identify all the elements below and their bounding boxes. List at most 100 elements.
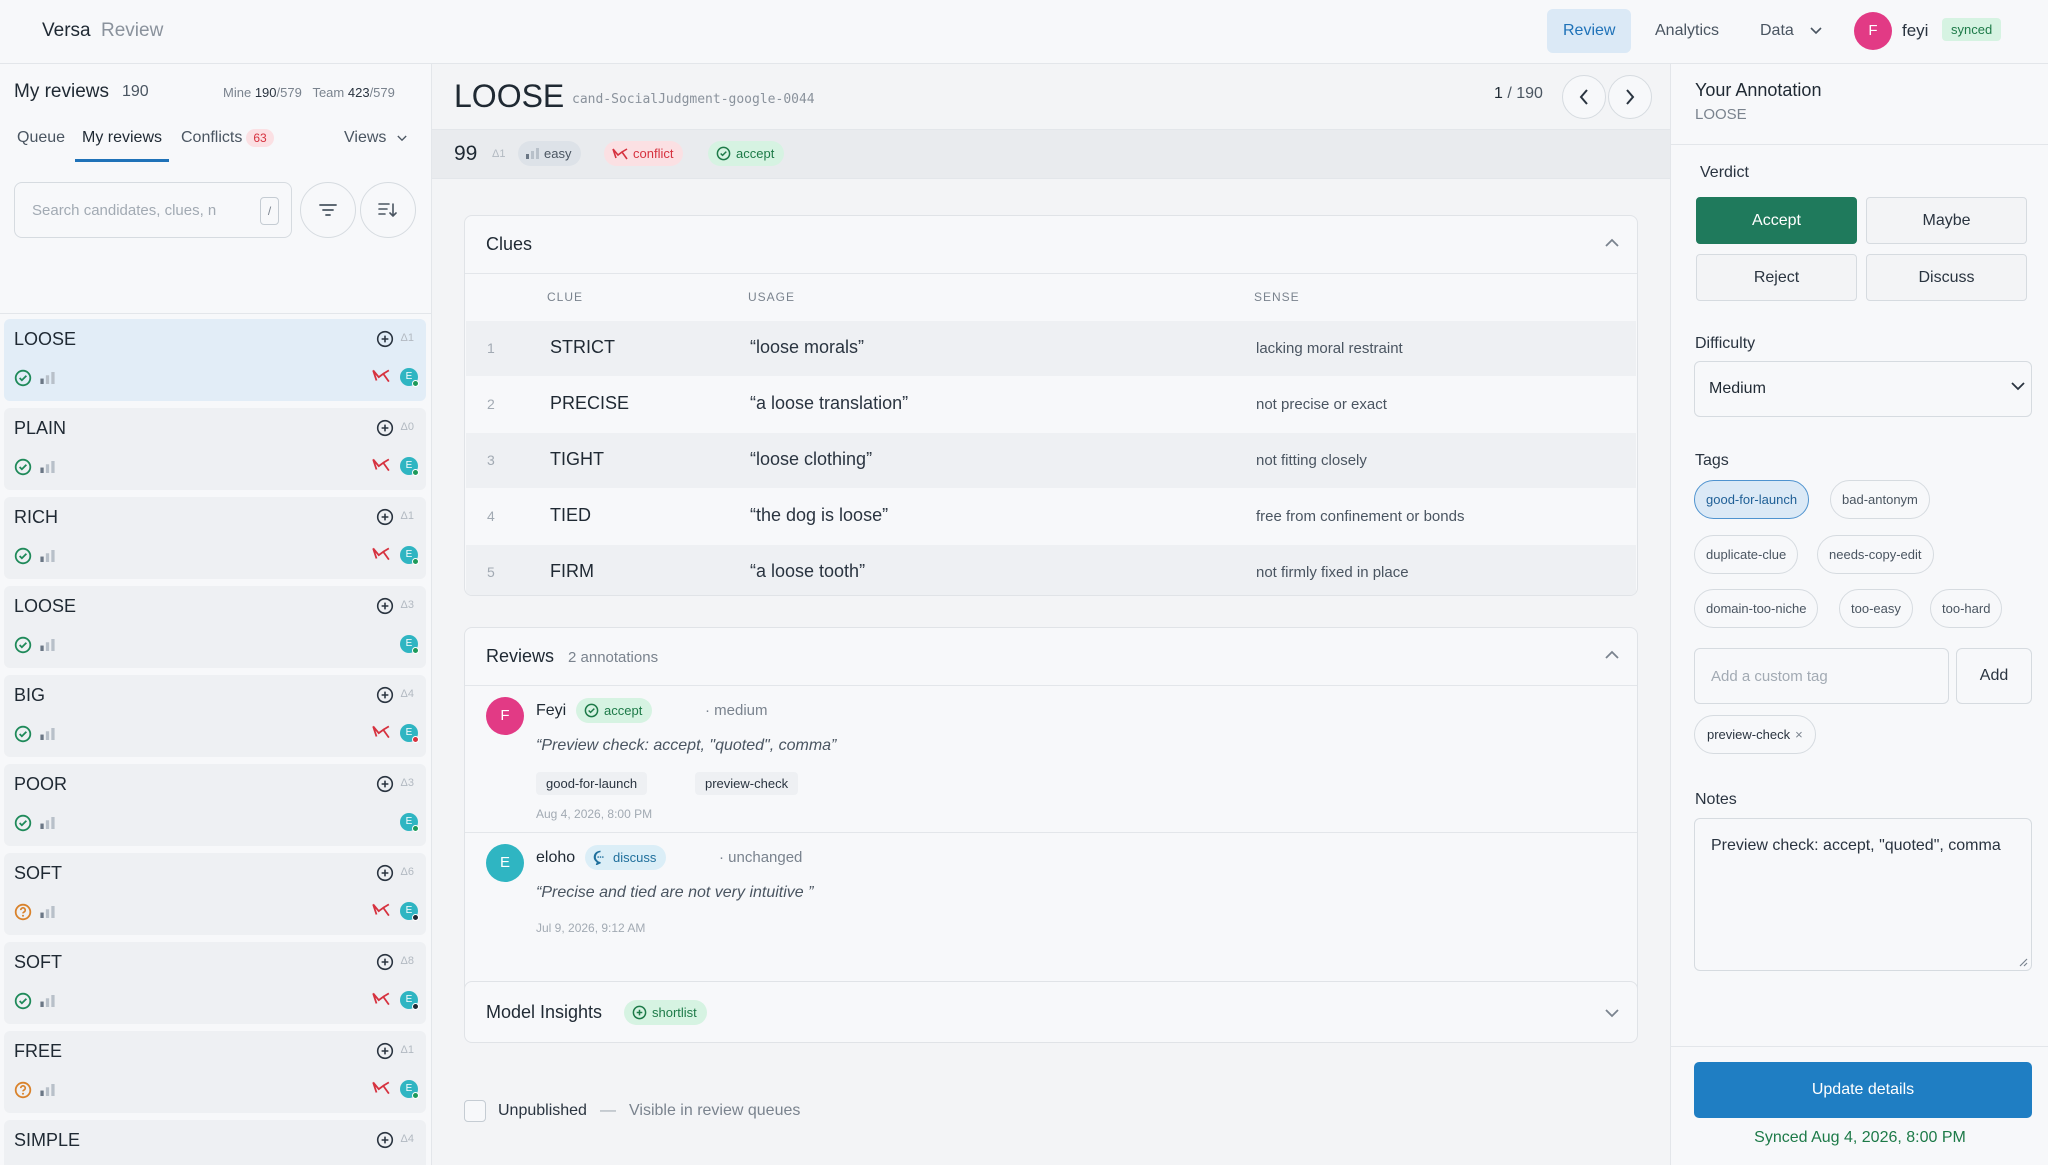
clues-header[interactable]: Clues [465, 216, 1637, 274]
clues-title: Clues [486, 234, 533, 254]
reviewer-avatar: E [400, 457, 419, 476]
verdict-discuss-button[interactable]: Discuss [1866, 254, 2027, 301]
plus-circle-icon[interactable] [376, 419, 394, 437]
publish-checkbox[interactable] [464, 1100, 486, 1122]
update-details-button[interactable]: Update details [1694, 1062, 2032, 1118]
status-dot [412, 825, 419, 832]
nav-data[interactable]: Data [1744, 9, 1838, 53]
candidate-list-item[interactable]: RICH Δ1 E [4, 497, 426, 579]
check-circle-icon [14, 814, 32, 832]
candidate-list-item[interactable]: LOOSE Δ3 E [4, 586, 426, 668]
views-dropdown[interactable]: Views [344, 129, 407, 159]
verdict-reject-button[interactable]: Reject [1696, 254, 1857, 301]
chevron-down-icon[interactable] [1605, 1009, 1619, 1018]
plus-circle-icon[interactable] [376, 953, 394, 971]
add-tag-button[interactable]: Add [1956, 648, 2032, 704]
tag-too-easy[interactable]: too-easy [1839, 589, 1913, 628]
plus-circle-icon[interactable] [376, 1042, 394, 1060]
prev-button[interactable] [1562, 75, 1606, 119]
check-circle-icon [14, 725, 32, 743]
next-button[interactable] [1608, 75, 1652, 119]
plus-circle-icon[interactable] [376, 775, 394, 793]
search-shortcut-hint: / [260, 197, 279, 225]
tab-conflicts[interactable]: Conflicts 63 [181, 129, 274, 159]
search-input[interactable]: Search candidates, clues, n / [14, 182, 292, 238]
chevron-down-icon [397, 135, 407, 142]
reviewer-avatar: E [400, 724, 419, 743]
tags-label: Tags [1695, 452, 1729, 469]
difficulty-select[interactable]: Medium [1694, 361, 2032, 417]
review-verdict-badge: accept [576, 698, 653, 723]
candidate-list-item[interactable]: POOR Δ3 E [4, 764, 426, 846]
notes-textarea[interactable]: Preview check: accept, "quoted", comma [1694, 818, 2032, 971]
annotation-title: Your Annotation [1695, 80, 1822, 100]
sort-button[interactable] [360, 182, 416, 238]
tag-good-for-launch[interactable]: good-for-launch [1694, 480, 1810, 519]
reviews-card: Reviews 2 annotations F Feyi accept · me… [464, 627, 1638, 1013]
remove-tag-icon[interactable]: × [1795, 727, 1803, 742]
candidate-list-item[interactable]: FREE Δ1 E [4, 1031, 426, 1113]
candidate-list-item[interactable]: SOFT Δ8 E [4, 942, 426, 1024]
candidate-delta: Δ1 [400, 1044, 414, 1056]
sidebar-title: My reviews [14, 81, 110, 102]
candidate-list-item[interactable]: SIMPLEΔ4E [4, 1120, 426, 1165]
difficulty-bars-icon [40, 1084, 55, 1096]
verdict-accept-button[interactable]: Accept [1696, 197, 1857, 244]
candidate-word: SOFT [14, 863, 62, 883]
plus-circle-icon[interactable] [376, 330, 394, 348]
verdict-maybe-button[interactable]: Maybe [1866, 197, 2027, 244]
status-dot [412, 1003, 419, 1010]
nav-review[interactable]: Review [1547, 9, 1632, 53]
plus-circle-icon [632, 1005, 647, 1020]
plus-circle-icon[interactable] [376, 1131, 394, 1149]
annotation-panel: Your Annotation LOOSE Verdict Accept May… [1670, 64, 2048, 1165]
status-dot [412, 558, 419, 565]
plus-circle-icon[interactable] [376, 864, 394, 882]
filter-button[interactable] [300, 182, 356, 238]
tab-queue[interactable]: Queue [17, 129, 65, 159]
candidate-list-item[interactable]: PLAIN Δ0 E [4, 408, 426, 490]
review-date: Jul 9, 2026, 9:12 AM [536, 921, 646, 935]
app-section: Review [101, 20, 164, 41]
review-stats: Mine 190/579 Team 423/579 [223, 85, 395, 100]
nav-analytics[interactable]: Analytics [1639, 9, 1735, 53]
review-tag: good-for-launch [536, 772, 648, 795]
clue-number: 5 [487, 564, 495, 580]
review-tag: preview-check [695, 772, 799, 795]
pager-text: 1 / 190 [1494, 85, 1543, 102]
tag-duplicate-clue[interactable]: duplicate-clue [1694, 535, 1799, 574]
conflict-pill: conflict [604, 141, 684, 166]
chat-bubble-icon [593, 850, 604, 865]
tag-needs-copy-edit[interactable]: needs-copy-edit [1817, 535, 1934, 574]
candidate-list-item[interactable]: LOOSE Δ1 E [4, 319, 426, 401]
user-name[interactable]: feyi [1902, 21, 1928, 41]
difficulty-bars-icon [40, 372, 55, 384]
chevron-up-icon[interactable] [1605, 650, 1619, 659]
user-avatar[interactable]: F [1854, 12, 1892, 50]
plus-circle-icon[interactable] [376, 597, 394, 615]
tab-my-reviews[interactable]: My reviews [75, 129, 170, 162]
chevron-right-icon [1626, 89, 1635, 105]
score-delta: Δ1 [492, 148, 506, 160]
conflict-icon [372, 725, 390, 739]
conflict-icon [372, 547, 390, 561]
plus-circle-icon[interactable] [376, 686, 394, 704]
plus-circle-icon[interactable] [376, 508, 394, 526]
tag-too-hard[interactable]: too-hard [1930, 589, 2003, 628]
sort-icon [378, 203, 397, 218]
candidate-word: POOR [14, 774, 68, 794]
tag-bad-antonym[interactable]: bad-antonym [1830, 480, 1930, 519]
panel-divider [1671, 144, 2048, 145]
difficulty-bars-icon [40, 461, 55, 473]
model-insights-card[interactable]: Model Insights shortlist [464, 981, 1638, 1043]
candidate-list-item[interactable]: BIG Δ4 E [4, 675, 426, 757]
custom-tag-input[interactable]: Add a custom tag [1694, 648, 1949, 704]
clue-word: TIGHT [550, 449, 604, 469]
tag-domain-too-niche[interactable]: domain-too-niche [1694, 589, 1819, 628]
reviews-header[interactable]: Reviews 2 annotations [465, 628, 1637, 686]
candidate-list-item[interactable]: SOFT Δ6 E [4, 853, 426, 935]
chevron-up-icon[interactable] [1605, 238, 1619, 247]
resize-handle-icon[interactable] [2018, 957, 2028, 967]
reviewer-avatar: E [400, 902, 419, 921]
sidebar-count: 190 [122, 83, 149, 100]
